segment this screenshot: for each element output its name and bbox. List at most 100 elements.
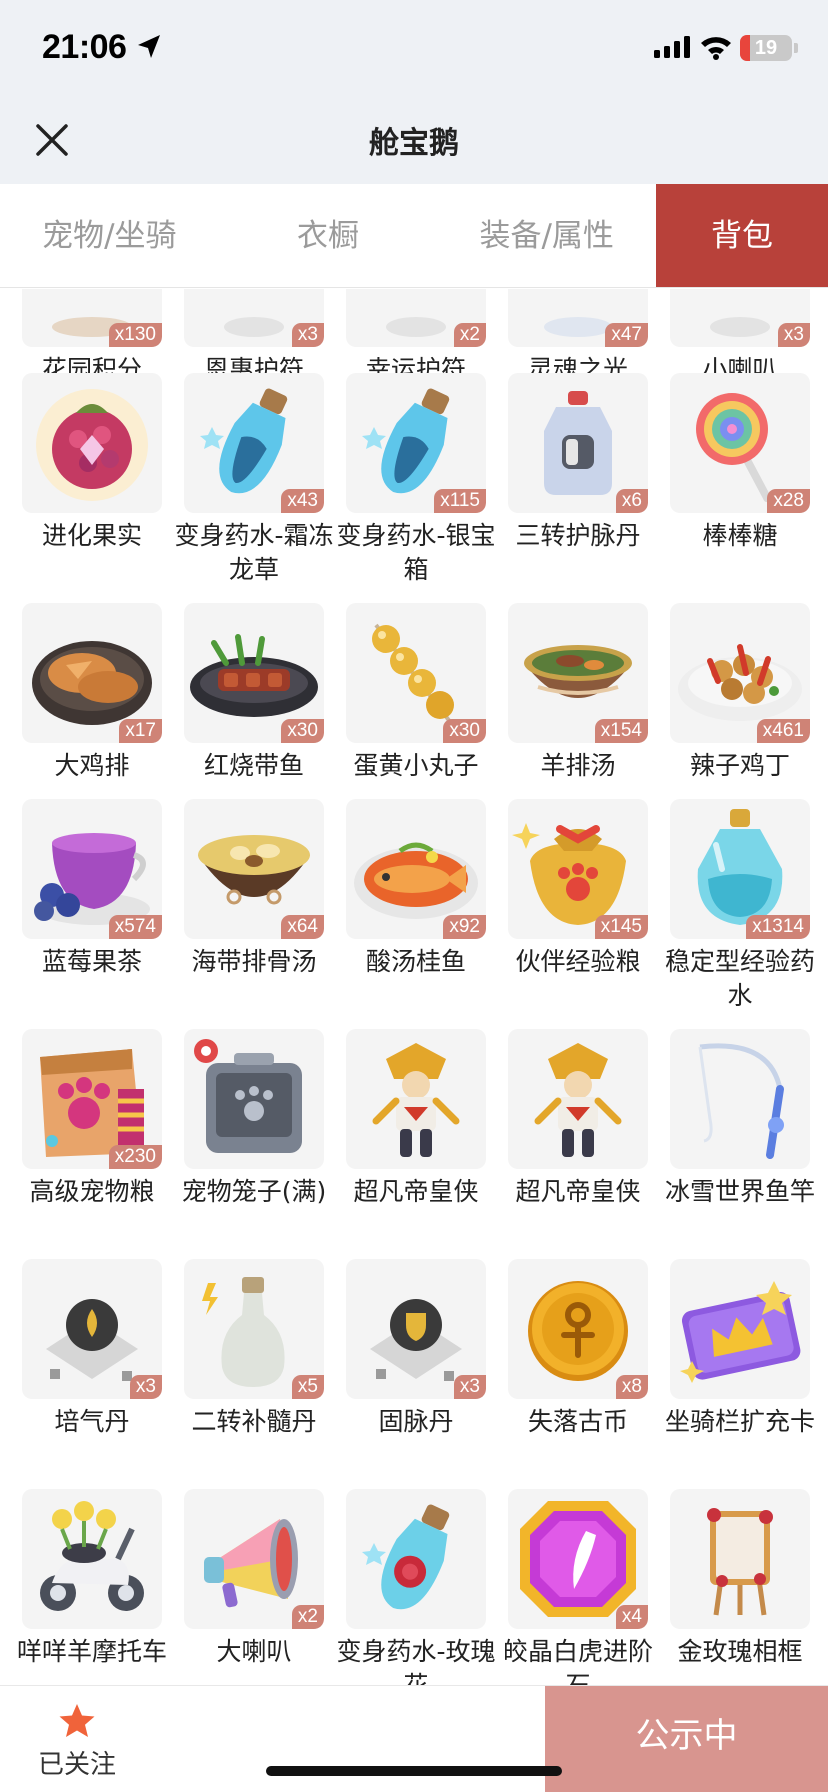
item-thumbnail: x2 xyxy=(346,289,486,347)
item-name: 羊排汤 xyxy=(540,751,616,780)
cellular-signal-icon xyxy=(654,36,690,58)
evolution-fruit-icon xyxy=(36,389,148,501)
star-icon xyxy=(59,1704,95,1737)
item-thumbnail: x47 xyxy=(508,289,648,347)
item-thumbnail: x3 xyxy=(346,1259,486,1399)
tab-wardrobe[interactable]: 衣橱 xyxy=(219,184,438,287)
motorbike-icon xyxy=(40,1501,144,1611)
item-name: 固脉丹 xyxy=(378,1407,454,1436)
battery-indicator: 19 xyxy=(740,35,792,61)
hero-figure-icon xyxy=(534,1043,622,1157)
item-count-badge: x3 xyxy=(777,323,810,347)
item-thumbnail: x154 xyxy=(508,603,648,743)
item-thumbnail xyxy=(670,1489,810,1629)
item-name: 大喇叭 xyxy=(216,1637,292,1666)
item-name: 棒棒糖 xyxy=(702,521,778,550)
item-count-badge: x5 xyxy=(291,1375,324,1399)
item-name: 金玫瑰相框 xyxy=(677,1637,803,1666)
item-name: 高级宠物粮 xyxy=(29,1177,155,1206)
page-title: 舱宝鹅 xyxy=(369,126,459,161)
item-name: 坐骑栏扩充卡 xyxy=(664,1407,815,1436)
item-thumbnail: x130 xyxy=(22,289,162,347)
item-thumbnail: x17 xyxy=(22,603,162,743)
item-thumbnail: x8 xyxy=(508,1259,648,1399)
tab-backpack[interactable]: 背包 xyxy=(656,184,828,287)
item-count-badge: x1314 xyxy=(746,915,810,939)
item-count-badge: x17 xyxy=(119,719,162,743)
easel-frame-icon xyxy=(707,1508,773,1616)
wifi-icon xyxy=(701,37,731,60)
item-count-badge: x4 xyxy=(615,1605,648,1629)
item-count-badge: x92 xyxy=(443,915,486,939)
item-name: 进化果实 xyxy=(41,521,142,550)
item-name: 伙伴经验粮 xyxy=(515,947,641,976)
item-count-badge: x28 xyxy=(767,489,810,513)
item-thumbnail: x2 xyxy=(184,1489,324,1629)
item-name: 失落古币 xyxy=(527,1407,628,1436)
item-thumbnail xyxy=(508,1029,648,1169)
item-thumbnail: x6 xyxy=(508,373,648,513)
item-count-badge: x2 xyxy=(291,1605,324,1629)
item-thumbnail: x1314 xyxy=(670,799,810,939)
tab-equipment-attributes[interactable]: 装备/属性 xyxy=(437,184,656,287)
item-count-badge: x3 xyxy=(291,323,324,347)
item-count-badge: x8 xyxy=(615,1375,648,1399)
item-name: 变身药水-银宝箱 xyxy=(336,521,496,584)
item-name: 皎晶白虎进阶石 xyxy=(502,1637,653,1685)
item-name: 咩咩羊摩托车 xyxy=(16,1637,167,1666)
item-thumbnail: x5 xyxy=(184,1259,324,1399)
item-thumbnail xyxy=(346,1489,486,1629)
item-thumbnail xyxy=(184,1029,324,1169)
item-count-badge: x30 xyxy=(443,719,486,743)
item-thumbnail: x3 xyxy=(670,289,810,347)
item-name: 稳定型经验药水 xyxy=(664,947,815,1010)
item-name: 超凡帝皇侠 xyxy=(515,1177,641,1206)
status-bar: 21:06 19 xyxy=(0,0,828,100)
item-thumbnail: x3 xyxy=(184,289,324,347)
item-name: 变身药水-玫瑰花 xyxy=(336,1637,496,1685)
item-name: 二转补髓丹 xyxy=(191,1407,317,1436)
category-tabs: 宠物/坐骑 衣橱 装备/属性 背包 xyxy=(0,184,828,288)
item-count-badge: x47 xyxy=(605,323,648,347)
status-time: 21:06 xyxy=(42,28,127,66)
potion-rose-icon xyxy=(362,1504,450,1610)
item-name: 培气丹 xyxy=(54,1407,130,1436)
item-name: 超凡帝皇侠 xyxy=(353,1177,479,1206)
follow-button[interactable]: 已关注 xyxy=(22,1694,132,1784)
item-count-badge: x461 xyxy=(756,719,810,743)
item-name: 蓝莓果茶 xyxy=(41,947,142,976)
hero-figure-icon xyxy=(372,1043,460,1157)
item-thumbnail: x145 xyxy=(508,799,648,939)
home-indicator xyxy=(266,1766,562,1776)
item-thumbnail: x64 xyxy=(184,799,324,939)
follow-label: 已关注 xyxy=(37,1750,116,1780)
item-thumbnail xyxy=(22,1489,162,1629)
nav-bar: 舱宝鹅 xyxy=(0,100,828,184)
tab-pets-mounts[interactable]: 宠物/坐骑 xyxy=(0,184,219,287)
item-count-badge: x145 xyxy=(594,915,648,939)
item-thumbnail xyxy=(670,1259,810,1399)
fishing-rod-icon xyxy=(698,1043,784,1159)
item-thumbnail: x574 xyxy=(22,799,162,939)
item-thumbnail xyxy=(670,1029,810,1169)
item-count-badge: x3 xyxy=(453,1375,486,1399)
item-thumbnail: x30 xyxy=(184,603,324,743)
item-thumbnail: x30 xyxy=(346,603,486,743)
item-thumbnail: x92 xyxy=(346,799,486,939)
item-thumbnail: x28 xyxy=(670,373,810,513)
item-count-badge: x154 xyxy=(594,719,648,743)
item-count-badge: x130 xyxy=(108,323,162,347)
battery-cap xyxy=(794,43,798,53)
item-name: 海带排骨汤 xyxy=(191,947,317,976)
item-count-badge: x115 xyxy=(434,489,486,513)
item-thumbnail xyxy=(346,1029,486,1169)
item-thumbnail: x43 xyxy=(184,373,324,513)
item-thumbnail: x461 xyxy=(670,603,810,743)
item-count-badge: x30 xyxy=(281,719,324,743)
publicity-button[interactable]: 公示中 xyxy=(545,1686,828,1792)
inventory-grid-viewport[interactable]: x130 花园积分 x3 恩惠护符 x2 幸运护符 x47 灵魂之光 x3 小喇叭 进化果实 x43 变… xyxy=(0,289,828,1685)
item-count-badge: x43 xyxy=(281,489,324,513)
item-thumbnail xyxy=(22,373,162,513)
item-thumbnail: x115 xyxy=(346,373,486,513)
item-thumbnail: x4 xyxy=(508,1489,648,1629)
